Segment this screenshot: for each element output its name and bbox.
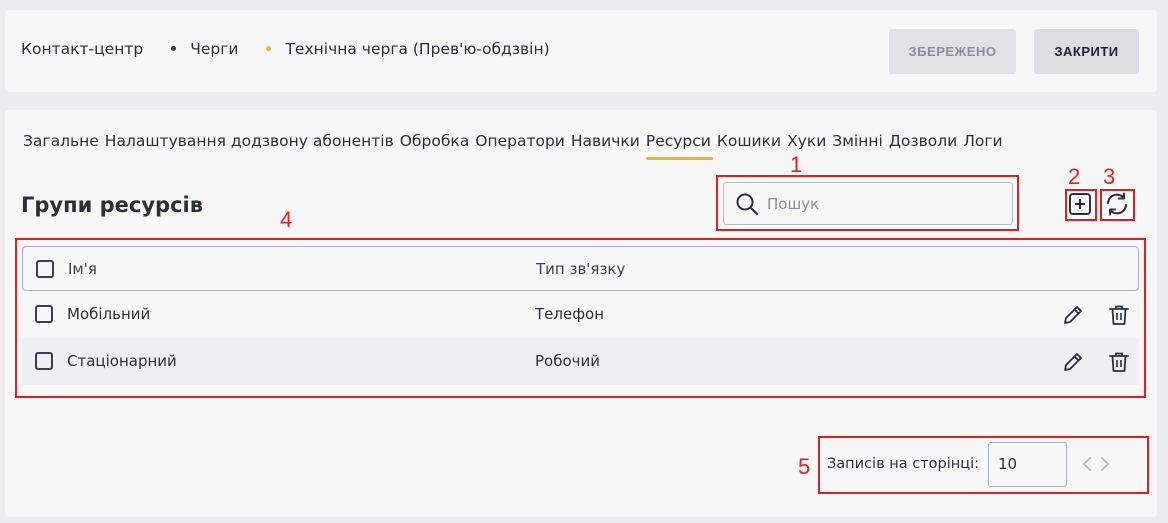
annotation-box-table [15, 238, 1146, 398]
section-title: Групи ресурсів [21, 193, 204, 217]
breadcrumb-item-contact-center[interactable]: Контакт-центр [21, 40, 143, 58]
annotation-number: 2 [1068, 164, 1081, 189]
breadcrumb-separator [171, 45, 177, 51]
tab-skills[interactable]: Навички [571, 132, 640, 160]
breadcrumb-item-queues[interactable]: Черги [190, 40, 238, 58]
tab-resources[interactable]: Ресурси [645, 132, 713, 160]
tab-operators[interactable]: Оператори [475, 132, 565, 160]
annotation-box-pagination [818, 436, 1149, 494]
tab-general[interactable]: Загальне [23, 132, 99, 160]
page-header: Контакт-центр Черги Технічна черга (Прев'ю… [5, 10, 1157, 92]
annotation-number: 3 [1103, 164, 1116, 189]
close-button[interactable]: ЗАКРИТИ [1034, 29, 1139, 74]
tab-bar: Загальне Налаштування додзвону абонентів… [23, 132, 1009, 160]
annotation-box-search [716, 175, 1019, 231]
tab-permissions[interactable]: Дозволи [889, 132, 957, 160]
tab-dial-settings[interactable]: Налаштування додзвону абонентів [105, 132, 394, 160]
annotation-number: 1 [790, 152, 803, 177]
annotation-box-refresh [1100, 189, 1135, 221]
breadcrumb-separator-active [266, 45, 272, 51]
saved-button[interactable]: ЗБЕРЕЖЕНО [889, 29, 1016, 74]
tab-logs[interactable]: Логи [963, 132, 1002, 160]
annotation-number: 4 [280, 207, 293, 232]
tab-baskets[interactable]: Кошики [717, 132, 781, 160]
breadcrumb-item-current: Технічна черга (Прев'ю-обдзвін) [285, 40, 550, 58]
tab-processing[interactable]: Обробка [400, 132, 470, 160]
annotation-number: 5 [798, 454, 811, 479]
tab-variables[interactable]: Змінні [832, 132, 883, 160]
annotation-box-add [1065, 189, 1097, 221]
breadcrumb: Контакт-центр Черги Технічна черга (Прев'ю… [21, 40, 550, 58]
